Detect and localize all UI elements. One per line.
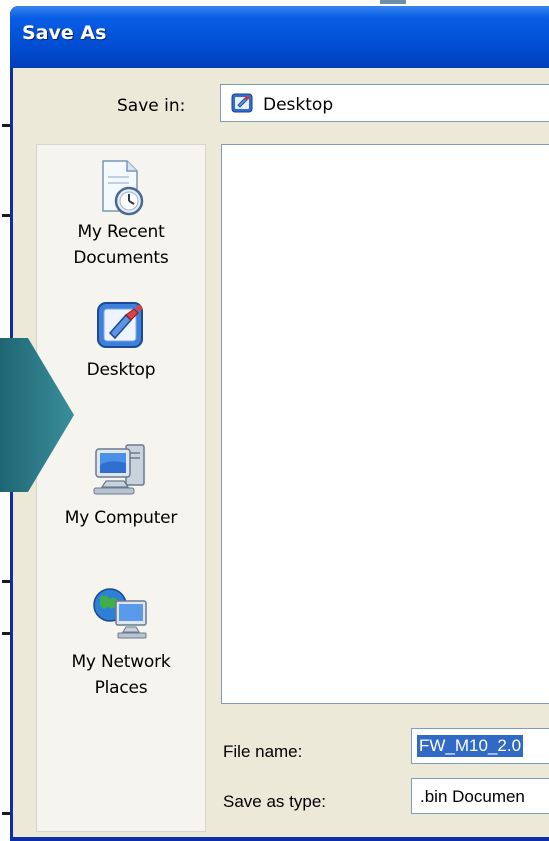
- arrow-pointer-icon: [0, 338, 74, 492]
- background-artifact: [380, 0, 406, 4]
- save-as-dialog: Save As Save in: Desktop My Recent Docum…: [10, 6, 549, 841]
- save-in-value: Desktop: [263, 95, 334, 115]
- dialog-body: Save in: Desktop My Recent Documents Des…: [13, 68, 549, 837]
- places-item-recent-documents[interactable]: My Recent Documents: [37, 157, 205, 271]
- title-bar[interactable]: Save As: [10, 6, 549, 68]
- places-item-my-network-places[interactable]: My Network Places: [37, 577, 205, 701]
- background-artifact: [2, 214, 10, 217]
- places-label-line1: My Network: [71, 652, 171, 672]
- network-places-icon: [93, 588, 147, 639]
- places-label-line2: Places: [94, 678, 148, 698]
- background-artifact: [2, 124, 10, 127]
- file-name-value: FW_M10_2.0: [415, 734, 525, 758]
- file-name-label: File name:: [223, 742, 303, 761]
- places-label-line1: My Recent: [77, 222, 165, 242]
- file-name-input[interactable]: FW_M10_2.0: [411, 728, 549, 764]
- background-artifact: [2, 812, 10, 815]
- save-in-dropdown[interactable]: Desktop: [220, 84, 549, 122]
- background-artifact: [2, 580, 10, 583]
- save-as-type-label: Save as type:: [223, 792, 327, 811]
- background-artifact: [2, 632, 10, 635]
- save-as-type-dropdown[interactable]: .bin Documen: [411, 778, 549, 814]
- save-in-label: Save in:: [117, 96, 186, 116]
- save-as-type-value: .bin Documen: [420, 787, 525, 806]
- places-label-line2: Documents: [73, 248, 169, 268]
- desktop-icon: [231, 93, 253, 113]
- desktop-icon: [97, 302, 143, 348]
- recent-documents-icon: [102, 160, 144, 216]
- dialog-title: Save As: [22, 22, 107, 44]
- file-list[interactable]: [221, 144, 549, 704]
- computer-icon: [93, 444, 145, 495]
